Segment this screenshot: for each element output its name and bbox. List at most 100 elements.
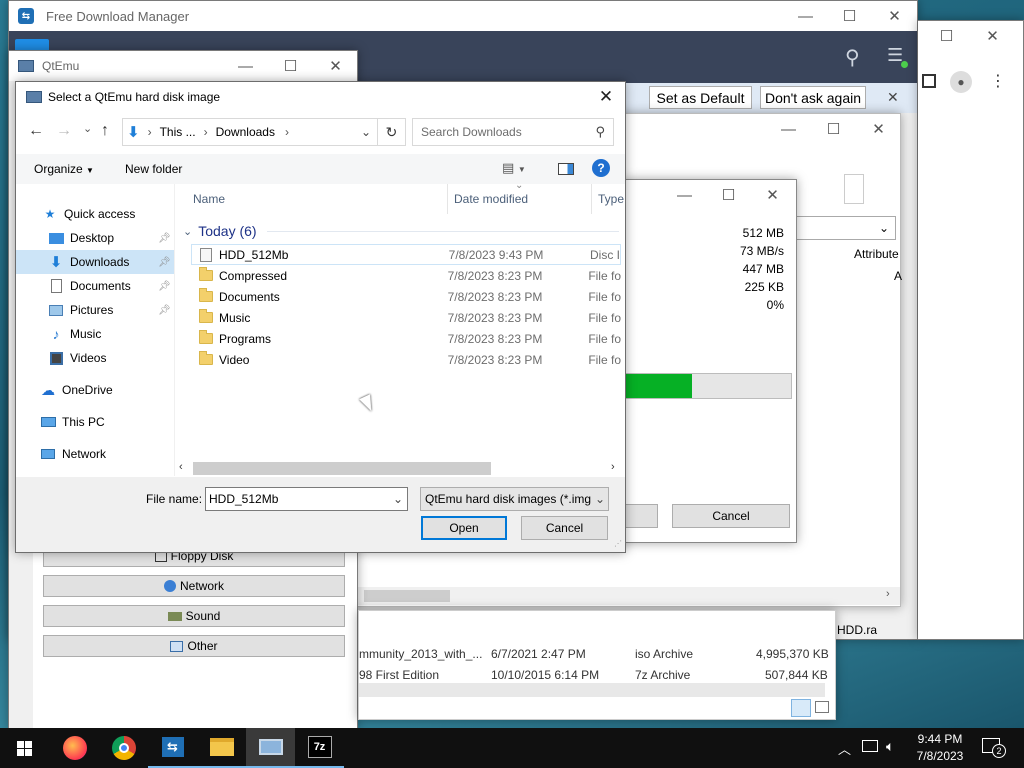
qtemu-maximize-button[interactable]: ☐ (268, 51, 313, 81)
dialog-close-button[interactable]: ✕ (586, 82, 626, 112)
group-header[interactable]: ⌄ Today (6) (183, 220, 619, 242)
column-divider[interactable] (447, 184, 448, 214)
help-icon[interactable]: ? (592, 159, 610, 177)
notification-center-button[interactable]: 2 (980, 736, 1008, 760)
download-window-hscroll[interactable]: › (354, 587, 900, 605)
dialog-titlebar[interactable]: Select a QtEmu hard disk image (16, 82, 625, 112)
taskbar-chrome[interactable] (99, 728, 148, 768)
search-box[interactable]: Search Downloads ⚲ (412, 118, 614, 146)
download-window-dropdown[interactable]: ⌄ (794, 216, 896, 240)
download-window-close-button[interactable]: ✕ (856, 114, 901, 144)
pin-icon[interactable]: 📌︎ (158, 257, 171, 268)
hscroll-right-arrow-icon[interactable]: › (886, 588, 890, 600)
fdm-close-button[interactable]: ✕ (872, 1, 917, 31)
taskbar-7zip[interactable]: 7z (295, 728, 344, 768)
file-row[interactable]: HDD_512Mb 7/8/2023 9:43 PM Disc I (191, 244, 621, 265)
file-row[interactable]: Documents 7/8/2023 8:23 PM File fo (191, 286, 621, 307)
browser-sidebar-icon[interactable] (922, 74, 936, 88)
pane-divider[interactable] (174, 184, 175, 476)
nav-this-pc[interactable]: This PC (16, 410, 174, 434)
recent-locations-chevron-icon[interactable]: ⌄ (83, 122, 92, 135)
taskbar-qtemu[interactable] (246, 728, 295, 768)
explorer-file-row-2[interactable]: 98 First Edition 10/10/2015 6:14 PM 7z A… (359, 665, 835, 685)
taskbar-file-explorer[interactable] (197, 728, 246, 768)
column-header-name[interactable]: Name (193, 192, 225, 206)
qtemu-close-button[interactable]: ✕ (313, 51, 358, 81)
dont-ask-again-button[interactable]: Don't ask again (760, 86, 866, 109)
fdm-titlebar[interactable]: ⇆ Free Download Manager (9, 1, 917, 31)
explorer-details-view-icon[interactable] (791, 699, 811, 717)
refresh-button[interactable]: ↻ (378, 118, 406, 146)
nav-videos[interactable]: Videos (16, 346, 174, 370)
taskbar-free-download-manager[interactable]: ⇆ (148, 728, 197, 768)
download-window-hscroll-thumb[interactable] (364, 590, 450, 602)
column-divider[interactable] (591, 184, 592, 214)
resize-grip-icon[interactable]: ⋰ (614, 539, 622, 548)
file-row[interactable]: Music 7/8/2023 8:23 PM File fo (191, 307, 621, 328)
file-row[interactable]: Programs 7/8/2023 8:23 PM File fo (191, 328, 621, 349)
pin-icon[interactable]: 📌︎ (158, 281, 171, 292)
progress-maximize-button[interactable]: ☐ (706, 180, 751, 210)
taskbar-firefox[interactable] (50, 728, 99, 768)
nav-pictures[interactable]: Pictures 📌︎ (16, 298, 174, 322)
progress-minimize-button[interactable]: — (662, 180, 707, 210)
address-bar[interactable]: ⬇ › This ... › Downloads › ⌄ (122, 118, 378, 146)
qtemu-minimize-button[interactable]: — (223, 51, 268, 81)
file-row[interactable]: Video 7/8/2023 8:23 PM File fo (191, 349, 621, 370)
open-button[interactable]: Open (421, 516, 507, 540)
pin-icon[interactable]: 📌︎ (158, 233, 171, 244)
column-header-date[interactable]: Date modified (454, 192, 528, 206)
up-arrow-icon[interactable]: ↑ (101, 122, 109, 140)
breadcrumb-this-pc[interactable]: This ... (160, 125, 196, 139)
hscroll-right-arrow-icon[interactable]: › (611, 461, 615, 473)
view-options-icon[interactable]: ▤ ▼ (502, 160, 526, 176)
notification-close-icon[interactable]: ✕ (887, 89, 899, 106)
column-header-type[interactable]: Type (598, 192, 624, 206)
explorer-thumbnails-view-icon[interactable] (815, 701, 829, 713)
fdm-minimize-button[interactable]: — (783, 1, 828, 31)
download-window-field[interactable] (844, 174, 864, 204)
preview-pane-icon[interactable] (558, 163, 574, 175)
back-arrow-icon[interactable]: ← (28, 122, 44, 140)
download-window-maximize-button[interactable]: ☐ (811, 114, 856, 144)
organize-menu[interactable]: Organize ▼ (34, 162, 94, 176)
nav-quick-access[interactable]: ★ Quick access (16, 202, 174, 226)
fdm-maximize-button[interactable]: ☐ (827, 1, 872, 31)
qtemu-other-button[interactable]: Other (43, 635, 345, 657)
start-button[interactable] (0, 728, 48, 768)
pin-icon[interactable]: 📌︎ (158, 305, 171, 316)
forward-arrow-icon[interactable]: → (56, 122, 72, 140)
set-as-default-button[interactable]: Set as Default (649, 86, 752, 109)
qtemu-network-button[interactable]: Network (43, 575, 345, 597)
file-name-dropdown-icon[interactable]: ⌄ (393, 492, 403, 506)
explorer-hscroll[interactable] (359, 683, 825, 697)
address-dropdown-chevron-icon[interactable]: ⌄ (361, 125, 371, 139)
browser-maximize-button[interactable]: ☐ (924, 21, 969, 51)
hscroll-left-arrow-icon[interactable]: ‹ (179, 461, 183, 473)
progress-cancel-button[interactable]: Cancel (672, 504, 790, 528)
tray-clock[interactable]: 9:44 PM 7/8/2023 (910, 731, 970, 765)
nav-downloads[interactable]: ⬇ Downloads 📌︎ (16, 250, 174, 274)
nav-music[interactable]: ♪ Music (16, 322, 174, 346)
file-type-select[interactable]: QtEmu hard disk images (*.img ⌄ (420, 487, 609, 511)
nav-documents[interactable]: Documents 📌︎ (16, 274, 174, 298)
group-collapse-chevron-icon[interactable]: ⌄ (183, 225, 192, 238)
hscroll-thumb[interactable] (193, 462, 491, 475)
progress-left-button[interactable] (622, 504, 658, 528)
nav-onedrive[interactable]: ☁ OneDrive (16, 378, 174, 402)
breadcrumb-downloads[interactable]: Downloads (216, 125, 275, 139)
progress-close-button[interactable]: ✕ (750, 180, 795, 210)
tray-network-icon[interactable] (862, 740, 878, 752)
fdm-search-icon[interactable]: ⚲ (845, 45, 869, 69)
file-row[interactable]: Compressed 7/8/2023 8:23 PM File fo (191, 265, 621, 286)
nav-desktop[interactable]: Desktop 📌︎ (16, 226, 174, 250)
download-window-minimize-button[interactable]: — (766, 114, 811, 144)
nav-network[interactable]: Network (16, 442, 174, 466)
file-name-input[interactable]: HDD_512Mb ⌄ (205, 487, 408, 511)
explorer-file-row-1[interactable]: mmunity_2013_with_... 6/7/2021 2:47 PM i… (359, 644, 835, 664)
browser-close-button[interactable]: ✕ (970, 21, 1015, 51)
browser-menu-icon[interactable]: ⋮ (990, 71, 1006, 91)
tray-chevron-icon[interactable]: ︿ (838, 739, 851, 758)
qtemu-sound-button[interactable]: Sound (43, 605, 345, 627)
new-folder-button[interactable]: New folder (125, 162, 182, 176)
